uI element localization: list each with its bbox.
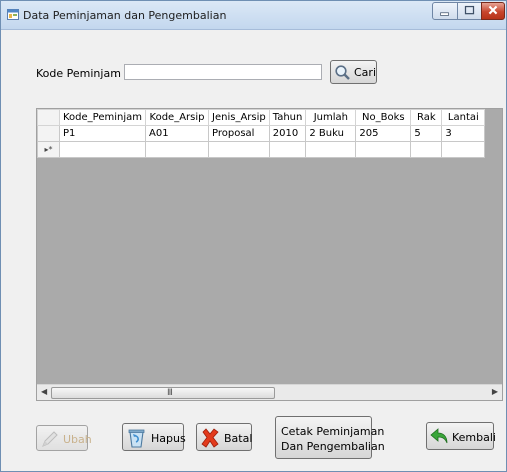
ubah-button-label: Ubah xyxy=(63,433,92,446)
cancel-x-icon xyxy=(201,428,219,448)
kembali-button-label: Kembali xyxy=(452,431,496,444)
table-cell[interactable] xyxy=(145,141,210,158)
close-button[interactable] xyxy=(481,2,505,20)
row-header[interactable] xyxy=(37,125,60,142)
window-title: Data Peminjaman dan Pengembalian xyxy=(23,9,227,22)
column-header[interactable]: Kode_Arsip xyxy=(145,109,210,126)
table-cell[interactable] xyxy=(410,141,443,158)
column-header[interactable]: Tahun xyxy=(268,109,307,126)
table-cell[interactable] xyxy=(305,141,357,158)
kode-peminjam-label: Kode Peminjam xyxy=(36,67,121,80)
table-row[interactable]: P1 A01 Proposal 2010 2 Buku 205 5 3 xyxy=(37,125,486,142)
ubah-button[interactable]: Ubah xyxy=(36,425,92,451)
table-cell[interactable]: Proposal xyxy=(208,125,270,142)
hapus-button-label: Hapus xyxy=(151,432,186,445)
close-icon xyxy=(488,5,498,15)
cari-button[interactable]: Cari xyxy=(330,60,377,84)
hapus-button[interactable]: Hapus xyxy=(122,423,186,451)
cetak-button-label-line2: Dan Pengembalian xyxy=(281,440,385,453)
batal-button[interactable]: Batal xyxy=(196,423,252,451)
maximize-button[interactable] xyxy=(457,2,482,20)
cari-button-label: Cari xyxy=(354,66,376,79)
minimize-icon xyxy=(440,12,449,16)
horizontal-scrollbar[interactable]: ◀ III ▶ xyxy=(37,384,502,400)
table-cell[interactable]: 3 xyxy=(441,125,486,142)
new-row-marker[interactable]: ▸* xyxy=(37,141,60,158)
grid-corner-cell xyxy=(37,109,60,126)
table-cell[interactable]: 5 xyxy=(410,125,443,142)
pencil-icon xyxy=(42,431,58,447)
table-cell[interactable] xyxy=(441,141,486,158)
cetak-button[interactable]: Cetak Peminjaman Dan Pengembalian xyxy=(275,416,385,459)
table-cell[interactable] xyxy=(268,141,307,158)
column-header[interactable]: Jumlah xyxy=(305,109,357,126)
app-form-icon xyxy=(7,9,19,20)
main-window: Data Peminjaman dan Pengembalian Kode Pe… xyxy=(0,0,507,472)
table-cell[interactable]: 2010 xyxy=(268,125,307,142)
label-separator: : xyxy=(114,67,118,80)
column-header[interactable]: Jenis_Arsip xyxy=(208,109,270,126)
table-cell[interactable] xyxy=(355,141,412,158)
column-header[interactable]: No_Boks xyxy=(355,109,412,126)
column-header[interactable]: Kode_Peminjam xyxy=(58,109,147,126)
table-cell[interactable]: A01 xyxy=(145,125,210,142)
scroll-grip-icon: III xyxy=(167,388,173,398)
column-header[interactable]: Lantai xyxy=(441,109,486,126)
magnifier-icon xyxy=(335,65,350,80)
table-cell[interactable]: 205 xyxy=(355,125,412,142)
minimize-button[interactable] xyxy=(432,2,458,20)
kode-peminjam-input[interactable] xyxy=(124,64,322,80)
kembali-button[interactable]: Kembali xyxy=(426,422,496,450)
recycle-bin-icon xyxy=(128,429,145,448)
title-bar[interactable]: Data Peminjaman dan Pengembalian xyxy=(1,1,506,30)
maximize-icon xyxy=(464,5,475,15)
table-cell[interactable]: P1 xyxy=(58,125,147,142)
scrollbar-thumb[interactable]: III xyxy=(51,387,275,399)
table-cell[interactable]: 2 Buku xyxy=(305,125,357,142)
table-cell[interactable] xyxy=(58,141,147,158)
data-grid[interactable]: Kode_Peminjam Kode_Arsip Jenis_Arsip Tah… xyxy=(36,108,503,401)
table-cell[interactable] xyxy=(208,141,270,158)
scroll-left-icon[interactable]: ◀ xyxy=(41,387,47,396)
back-arrow-icon xyxy=(430,428,448,444)
column-header[interactable]: Rak xyxy=(410,109,443,126)
grid-table: Kode_Peminjam Kode_Arsip Jenis_Arsip Tah… xyxy=(37,109,486,158)
scroll-right-icon[interactable]: ▶ xyxy=(492,387,498,396)
batal-button-label: Batal xyxy=(224,432,253,445)
cetak-button-label-line1: Cetak Peminjaman xyxy=(281,425,385,438)
new-row[interactable]: ▸* xyxy=(37,141,486,158)
